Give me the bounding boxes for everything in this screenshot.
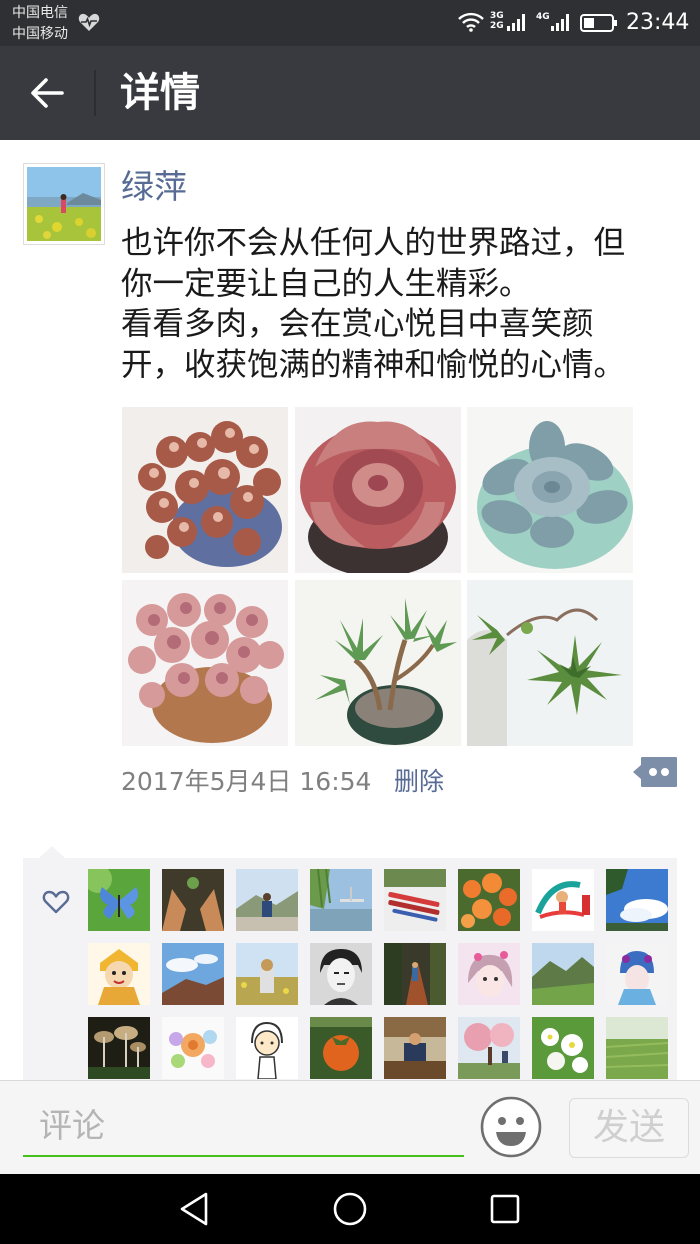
liker-avatar-mushrooms[interactable] — [88, 1017, 150, 1079]
liker-avatar-flowers[interactable] — [458, 869, 520, 931]
more-dots-icon — [633, 757, 677, 787]
liker-avatar-green-field[interactable] — [606, 1017, 668, 1079]
liker-avatar-cartoon-runner[interactable] — [532, 869, 594, 931]
liker-avatar-field-person[interactable] — [236, 943, 298, 1005]
carrier-label-2: 中国移动 — [12, 26, 68, 42]
liker-avatar-pens[interactable] — [384, 869, 446, 931]
post-timestamp: 2017年5月4日 16:54 — [121, 767, 372, 796]
liker-avatar-flower-bouquet[interactable] — [162, 1017, 224, 1079]
post-photo-6[interactable] — [467, 580, 633, 746]
back-triangle-icon[interactable] — [174, 1188, 216, 1230]
liker-avatar-willow-lake[interactable] — [310, 869, 372, 931]
title-divider — [94, 70, 96, 116]
comment-bar: 发送 — [0, 1080, 700, 1174]
page-title: 详情 — [120, 70, 200, 116]
heart-monitor-icon — [78, 13, 100, 31]
post-photo-1[interactable] — [122, 407, 288, 573]
liker-avatar-hands[interactable] — [162, 869, 224, 931]
post-photo-5[interactable] — [295, 580, 461, 746]
back-button[interactable] — [22, 70, 72, 116]
liker-avatar-hill-person[interactable] — [236, 869, 298, 931]
liker-avatar-blue-sky[interactable] — [606, 869, 668, 931]
liker-avatar-butterfly[interactable] — [88, 869, 150, 931]
post-photo-3[interactable] — [467, 407, 633, 573]
arrow-left-icon — [31, 78, 64, 108]
post-photo-2[interactable] — [295, 407, 461, 573]
carrier-label-1: 中国电信 — [12, 5, 68, 21]
liker-avatar-sky-hill[interactable] — [162, 943, 224, 1005]
comment-action-button[interactable] — [633, 757, 677, 787]
battery-icon — [580, 14, 617, 32]
author-avatar[interactable] — [23, 163, 105, 245]
liker-avatar-cartoon-girl[interactable] — [236, 1017, 298, 1079]
liker-avatar-office-person[interactable] — [384, 1017, 446, 1079]
smiley-icon — [480, 1096, 542, 1158]
post-author[interactable]: 绿萍 — [121, 166, 187, 208]
liker-avatar-girl-cartoon[interactable] — [458, 943, 520, 1005]
send-button[interactable]: 发送 — [569, 1098, 689, 1158]
liker-avatar-persimmon[interactable] — [310, 1017, 372, 1079]
post-photo-4[interactable] — [122, 580, 288, 746]
comment-input[interactable] — [23, 1095, 464, 1157]
wifi-icon — [458, 12, 484, 32]
liker-avatar-white-flowers[interactable] — [532, 1017, 594, 1079]
liker-avatar-portrait-bw[interactable] — [310, 943, 372, 1005]
signal-bars-icon — [507, 14, 525, 31]
network-type-label-2: 4G — [536, 12, 550, 22]
emoji-button[interactable] — [480, 1096, 542, 1158]
liker-avatar-green-mountain[interactable] — [532, 943, 594, 1005]
delete-post-link[interactable]: 删除 — [394, 764, 444, 800]
system-nav-bar — [0, 1174, 700, 1244]
recents-square-icon[interactable] — [484, 1188, 526, 1230]
post-text: 也许你不会从任何人的世界路过，但 你一定要让自己的人生精彩。 看看多肉，会在赏心… — [121, 224, 626, 382]
liker-avatar-path-person[interactable] — [384, 943, 446, 1005]
heart-outline-icon — [42, 890, 70, 914]
clock: 23:44 — [626, 10, 690, 35]
liker-avatar-blossom-tree[interactable] — [458, 1017, 520, 1079]
home-circle-icon[interactable] — [329, 1188, 371, 1230]
status-bar: 中国电信 中国移动 3G 2G 4G 23:44 — [0, 0, 700, 46]
title-bar: 详情 — [0, 46, 700, 140]
network-type-label-1: 3G 2G — [490, 11, 504, 31]
signal-bars-icon-2 — [551, 14, 569, 31]
liker-avatar-cartoon-monk[interactable] — [88, 943, 150, 1005]
liker-avatar-opera-mask[interactable] — [606, 943, 668, 1005]
